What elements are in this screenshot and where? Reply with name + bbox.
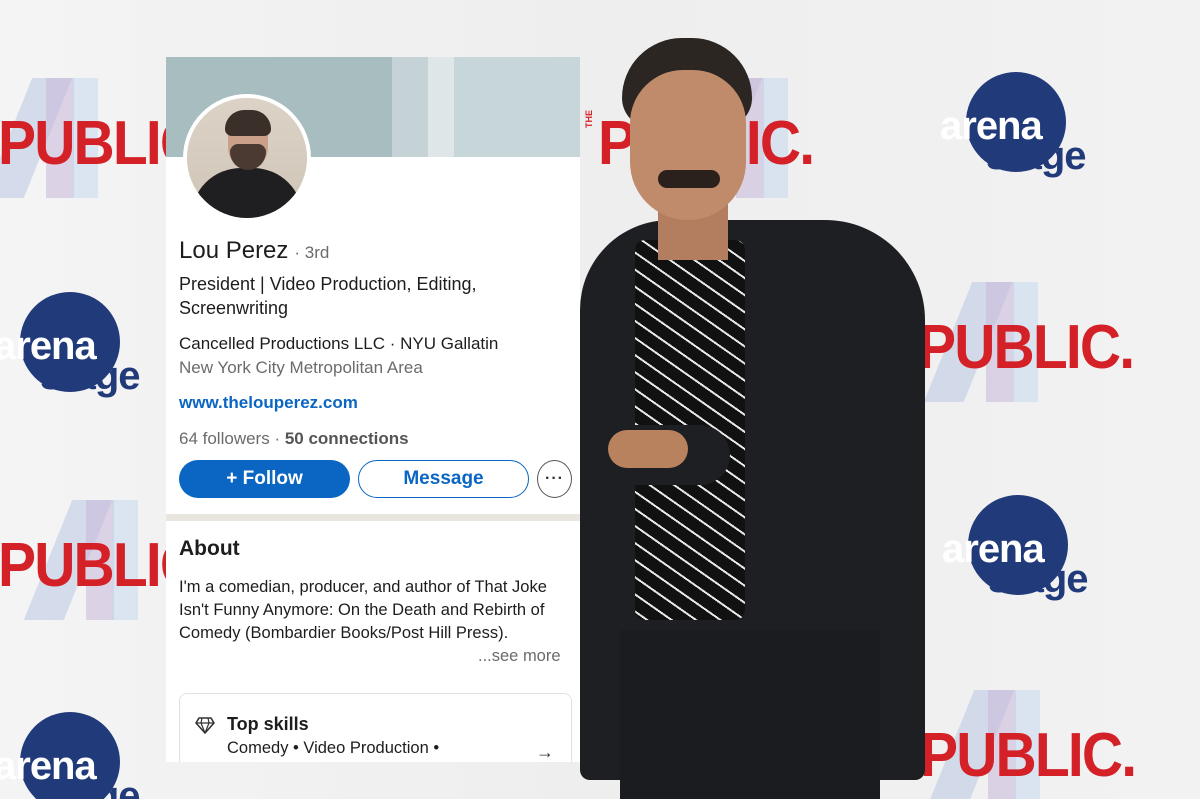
public-theater-logo: THE PUBLIC. <box>904 282 1138 402</box>
linkedin-profile-card: Lou Perez · 3rd President | Video Produc… <box>166 57 580 762</box>
stats-separator: · <box>269 429 285 448</box>
see-more-link[interactable]: ...see more <box>478 647 561 666</box>
message-button[interactable]: Message <box>358 460 529 498</box>
connections-count[interactable]: 50 connections <box>285 429 409 448</box>
name-row: Lou Perez · 3rd <box>179 237 329 265</box>
website-link[interactable]: www.thelouperez.com <box>179 393 358 413</box>
about-heading: About <box>179 537 240 560</box>
profile-name: Lou Perez <box>179 237 289 264</box>
connection-degree: · 3rd <box>294 243 330 262</box>
public-theater-logo: PUBLIC. <box>0 78 215 198</box>
public-theater-logo: PUBLIC. <box>0 500 215 620</box>
arena-stage-logo: arena stage <box>942 495 1112 605</box>
person-photo <box>580 30 940 799</box>
more-options-button[interactable]: ··· <box>537 460 572 498</box>
top-skills-title: Top skills <box>227 714 309 734</box>
top-skills-card[interactable]: Top skills Comedy • Video Production • → <box>179 693 572 762</box>
followers-count[interactable]: 64 followers <box>179 429 270 448</box>
profile-avatar[interactable] <box>183 94 311 222</box>
top-skills-list: Comedy • Video Production • <box>227 739 440 757</box>
company-education: Cancelled Productions LLC · NYU Gallatin <box>179 334 499 353</box>
profile-headline: President | Video Production, Editing, S… <box>179 274 477 318</box>
arena-stage-logo: arena stage <box>940 72 1110 182</box>
public-theater-logo: THE PUBLIC. <box>906 690 1140 799</box>
about-text: I'm a comedian, producer, and author of … <box>179 578 547 642</box>
arena-stage-logo: arena stage <box>0 712 164 799</box>
section-divider <box>166 514 580 521</box>
profile-location: New York City Metropolitan Area <box>179 358 423 377</box>
arena-stage-logo: arena stage <box>0 292 164 402</box>
follow-button[interactable]: + Follow <box>179 460 350 498</box>
arrow-right-icon[interactable]: → <box>536 742 554 762</box>
gem-icon <box>195 717 215 734</box>
profile-stats: 64 followers · 50 connections <box>179 429 409 449</box>
